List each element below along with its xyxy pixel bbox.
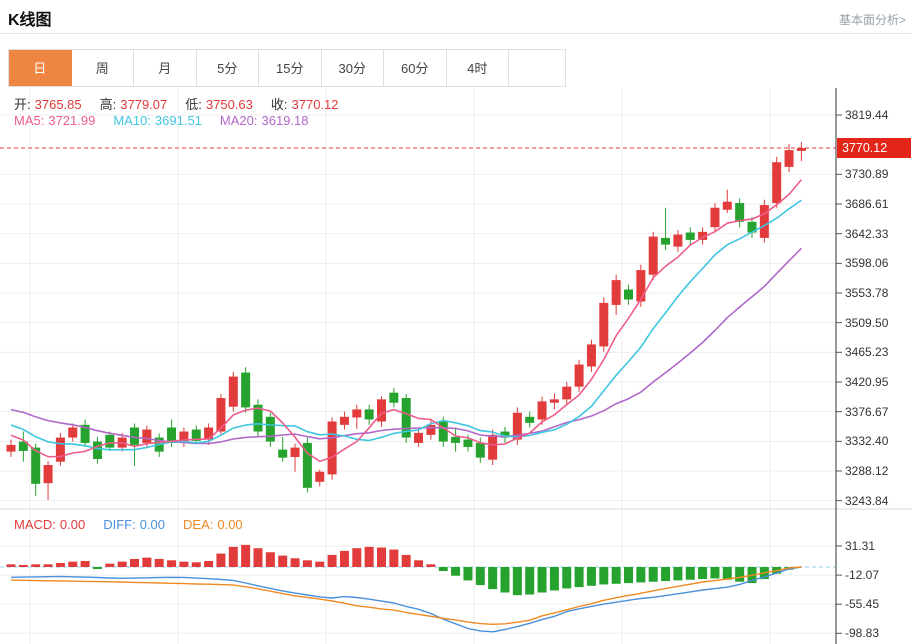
price-tick-label: 3509.50 xyxy=(845,316,888,330)
tab-30min[interactable]: 30分 xyxy=(322,50,385,86)
macd-readout: MACD:0.00 DIFF:0.00 DEA:0.00 xyxy=(14,517,261,532)
macd-item: DEA:0.00 xyxy=(183,517,247,532)
period-tabbar: 日周月5分15分30分60分4时 xyxy=(8,49,566,87)
price-tick-label: 3598.06 xyxy=(845,256,888,270)
price-tick-label: 3420.95 xyxy=(845,375,888,389)
tab-5min[interactable]: 5分 xyxy=(197,50,260,86)
price-tick-label: 3553.78 xyxy=(845,286,888,300)
price-tick-label: 3730.89 xyxy=(845,167,888,181)
ohlc-item: 开:3765.85 xyxy=(14,97,86,112)
current-price-tag: 3770.12 xyxy=(837,138,911,158)
price-tick-label: 3288.12 xyxy=(845,464,888,478)
ohlc-item: 高:3779.07 xyxy=(100,97,172,112)
ohlc-item: 收:3770.12 xyxy=(271,97,343,112)
price-tick-label: 3376.67 xyxy=(845,405,888,419)
macd-item: MACD:0.00 xyxy=(14,517,89,532)
price-tick-label: 3465.23 xyxy=(845,345,888,359)
price-tick-label: 3642.33 xyxy=(845,227,888,241)
tab-4hour[interactable]: 4时 xyxy=(447,50,510,86)
tab-week[interactable]: 周 xyxy=(72,50,135,86)
ma-item: MA20:3619.18 xyxy=(220,113,313,128)
ma-item: MA10:3691.51 xyxy=(113,113,206,128)
macd-tick-label: -12.07 xyxy=(845,568,879,582)
ma-readout: MA5:3721.99 MA10:3691.51 MA20:3619.18 xyxy=(14,113,327,128)
tabbar-filler xyxy=(509,50,566,86)
tab-month[interactable]: 月 xyxy=(134,50,197,86)
price-tick-label: 3819.44 xyxy=(845,108,888,122)
price-tick-label: 3686.61 xyxy=(845,197,888,211)
price-tick-label: 3243.84 xyxy=(845,494,888,508)
ohlc-readout: 开:3765.85 高:3779.07 低:3750.63 收:3770.12 xyxy=(14,94,357,113)
macd-item: DIFF:0.00 xyxy=(103,517,169,532)
macd-tick-label: -98.83 xyxy=(845,626,879,640)
macd-tick-label: -55.45 xyxy=(845,597,879,611)
tab-day[interactable]: 日 xyxy=(9,50,72,86)
tab-15min[interactable]: 15分 xyxy=(259,50,322,86)
price-tick-label: 3332.40 xyxy=(845,434,888,448)
ma-item: MA5:3721.99 xyxy=(14,113,99,128)
macd-tick-label: 31.31 xyxy=(845,539,875,553)
ohlc-item: 低:3750.63 xyxy=(185,97,257,112)
tab-60min[interactable]: 60分 xyxy=(384,50,447,86)
